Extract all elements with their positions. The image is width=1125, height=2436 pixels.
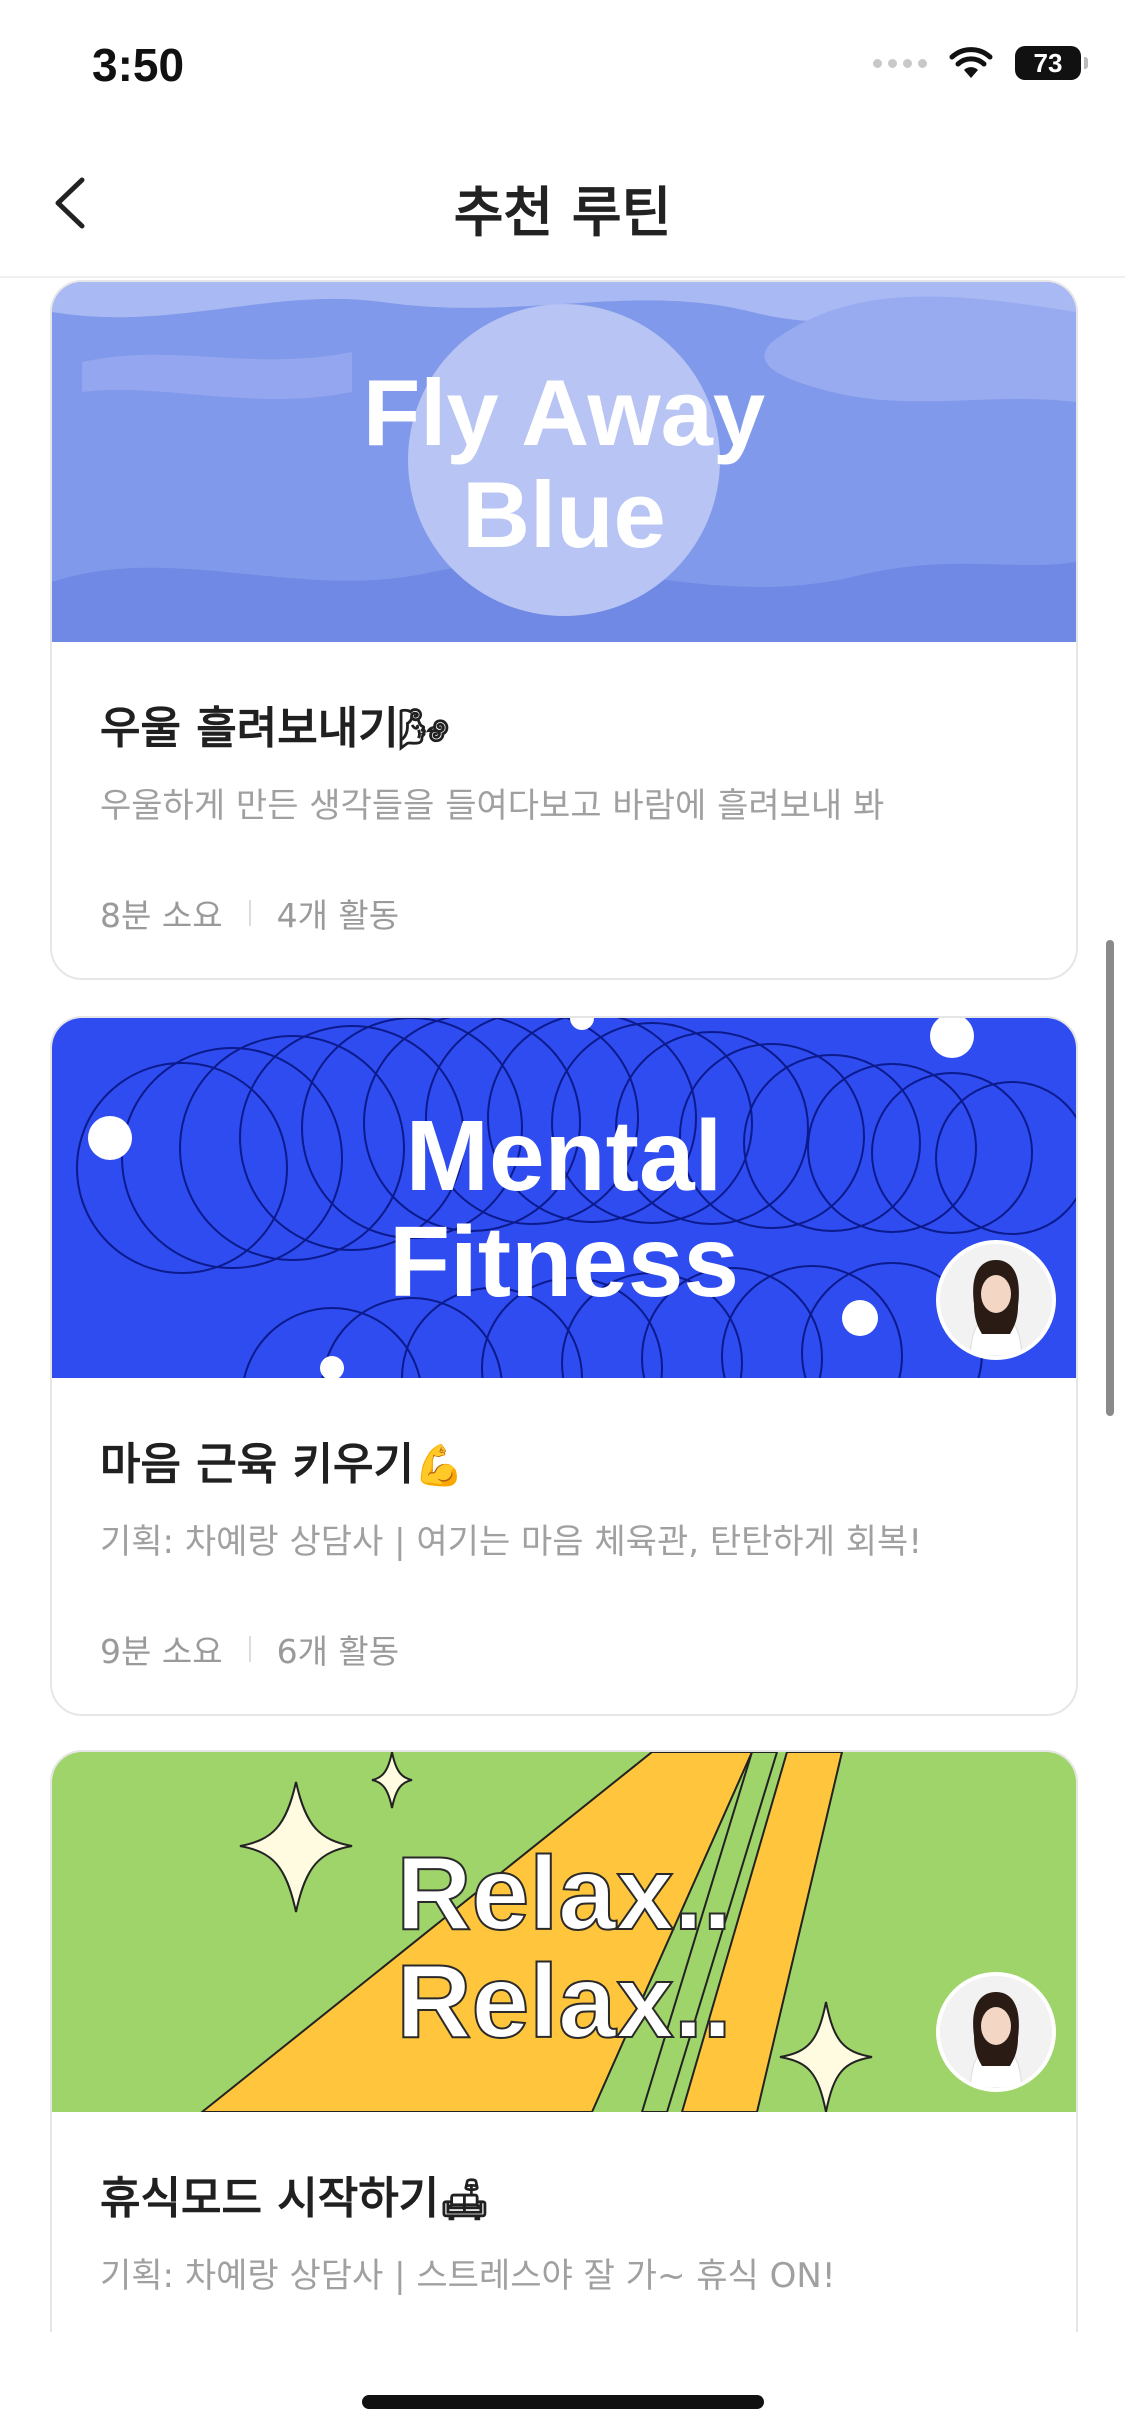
routine-card-relax[interactable]: Relax.. Relax.. 휴식모드 시작하기🛋 기획: 차예랑 상담사 |…: [50, 1750, 1078, 2332]
banner-line-2: Blue: [462, 462, 666, 567]
page-title: 추천 루틴: [453, 181, 672, 244]
card-duration: 9분 소요: [100, 1632, 223, 1671]
card-title: 마음 근육 키우기💪: [100, 1439, 464, 1490]
flexed-biceps-emoji-icon: 💪: [414, 1443, 464, 1489]
card-meta: 8분 소요 4개 활동: [100, 889, 1028, 937]
scrollbar[interactable]: [1106, 940, 1114, 1416]
status-bar: 3:50 73: [0, 0, 1125, 130]
card-title: 휴식모드 시작하기🛋: [100, 2173, 490, 2224]
meta-divider: [248, 1636, 251, 1662]
card-banner: Relax.. Relax..: [52, 1752, 1076, 2112]
card-body: 우울 흘려보내기🌬 우울하게 만든 생각들을 들여다보고 바람에 흘려보내 봐 …: [52, 692, 1076, 937]
banner-line-2: Fitness: [388, 1206, 740, 1318]
card-body: 휴식모드 시작하기🛋 기획: 차예랑 상담사 | 스트레스야 잘 가~ 휴식 O…: [52, 2162, 1076, 2297]
banner-line-2: Relax..: [395, 1944, 732, 2060]
banner-title: Fly Away Blue: [52, 366, 1076, 562]
card-activities: 6개 활동: [276, 1632, 400, 1671]
banner-line-1: Mental: [405, 1100, 723, 1212]
cellular-signal-icon: [873, 58, 927, 68]
status-time: 3:50: [92, 39, 185, 91]
card-description: 우울하게 만든 생각들을 들여다보고 바람에 흘려보내 봐: [100, 786, 885, 826]
card-title: 우울 흘려보내기🌬: [100, 703, 450, 754]
nav-bar: 추천 루틴: [0, 130, 1125, 278]
banner-line-1: Fly Away: [362, 360, 766, 465]
routine-card-mental-fitness[interactable]: Mental Fitness 마음 근육 키우기💪 기획: 차예랑 상담사 | …: [50, 1016, 1078, 1716]
card-banner: Mental Fitness: [52, 1018, 1076, 1378]
card-body: 마음 근육 키우기💪 기획: 차예랑 상담사 | 여기는 마음 체육관, 탄탄하…: [52, 1428, 1076, 1673]
wind-emoji-icon: 🌬: [398, 707, 450, 753]
wifi-icon: [949, 47, 993, 78]
battery-icon: 73: [1015, 46, 1088, 80]
banner-line-1: Relax..: [395, 1836, 732, 1952]
meta-divider: [248, 900, 251, 926]
couch-emoji-icon: 🛋: [439, 2177, 490, 2223]
home-indicator[interactable]: [362, 2395, 764, 2409]
card-duration: 8분 소요: [100, 896, 223, 935]
counselor-avatar: [936, 1240, 1056, 1360]
routine-card-fly-away-blue[interactable]: Fly Away Blue 우울 흘려보내기🌬 우울하게 만든 생각들을 들여다…: [50, 280, 1078, 980]
counselor-avatar: [936, 1972, 1056, 2092]
routine-list: Fly Away Blue 우울 흘려보내기🌬 우울하게 만든 생각들을 들여다…: [0, 278, 1125, 2332]
banner-title: Relax.. Relax..: [52, 1836, 1076, 2060]
banner-title: Mental Fitness: [52, 1106, 1076, 1312]
counselor-portrait: [940, 1976, 1052, 2088]
card-banner: Fly Away Blue: [52, 282, 1076, 642]
card-meta: 9분 소요 6개 활동: [100, 1625, 1028, 1673]
card-description: 기획: 차예랑 상담사 | 여기는 마음 체육관, 탄탄하게 회복!: [100, 1522, 922, 1562]
status-icons: 73: [873, 46, 1088, 80]
counselor-portrait: [940, 1244, 1052, 1356]
card-activities: 4개 활동: [276, 896, 400, 935]
card-description: 기획: 차예랑 상담사 | 스트레스야 잘 가~ 휴식 ON!: [100, 2256, 836, 2296]
